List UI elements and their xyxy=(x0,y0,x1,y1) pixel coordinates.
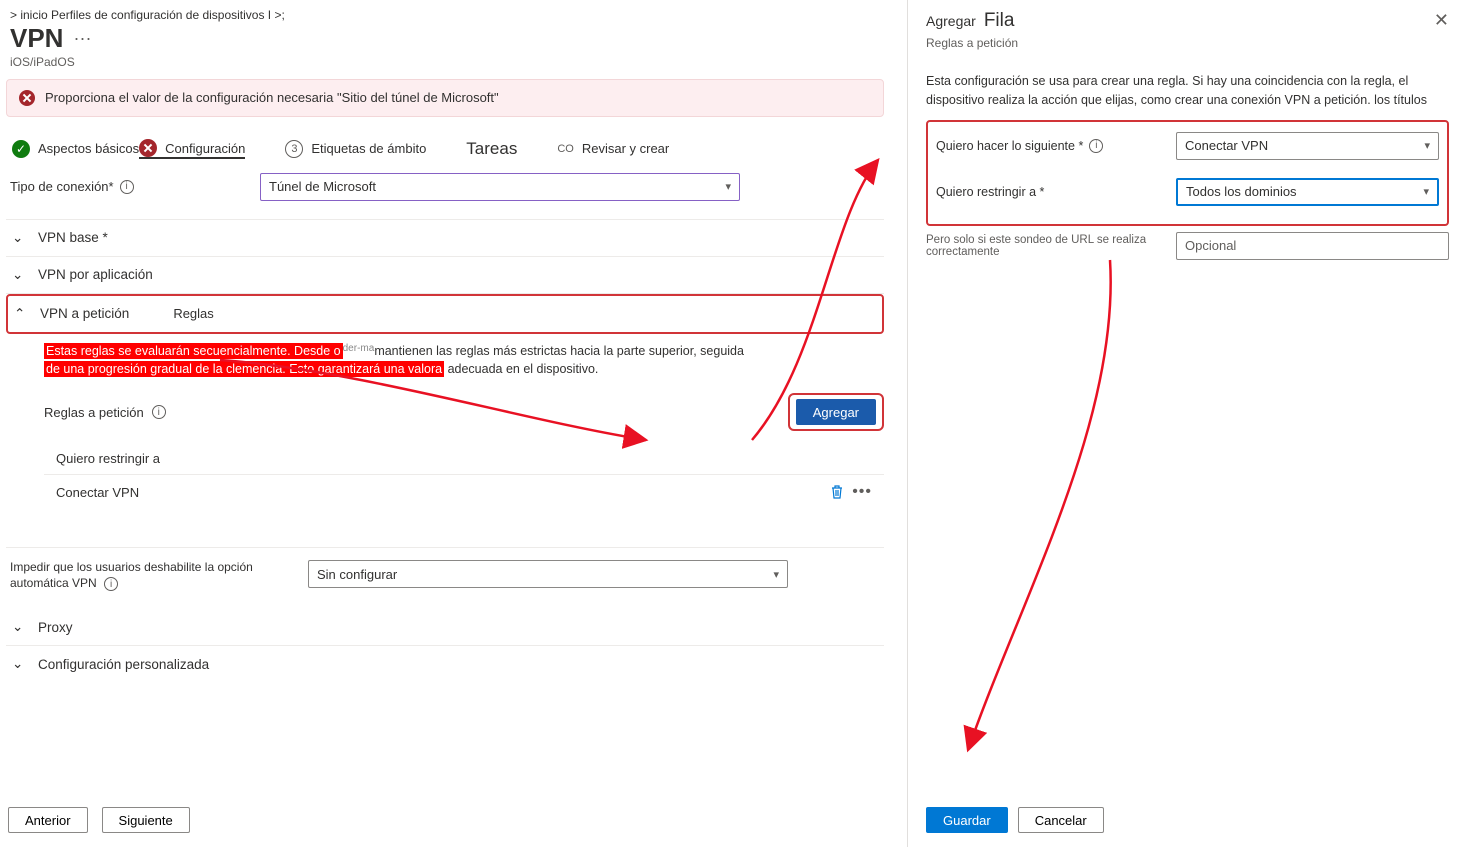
select-value: Sin configurar xyxy=(317,567,397,582)
section-base-vpn[interactable]: ⌄ VPN base * xyxy=(6,220,884,257)
select-value: Conectar VPN xyxy=(1185,138,1268,153)
action-label: Quiero hacer lo siguiente * i xyxy=(936,139,1166,153)
validation-alert: Proporciona el valor de la configuración… xyxy=(6,79,884,117)
action-select[interactable]: Conectar VPN ▾ xyxy=(1176,132,1439,160)
chevron-down-icon: ▾ xyxy=(773,568,779,581)
section-title: Proxy xyxy=(38,620,73,635)
add-row-panel: Agregar Fila ✕ Reglas a petición Esta co… xyxy=(907,0,1467,847)
panel-subtitle: Reglas a petición xyxy=(926,36,1449,50)
connection-type-label: Tipo de conexión* i xyxy=(10,179,260,194)
on-demand-description: Estas reglas se evaluarán secuencialment… xyxy=(44,342,884,380)
url-probe-label: Pero solo si este sondeo de URL se reali… xyxy=(926,234,1166,258)
panel-description: Esta configuración se usa para crear una… xyxy=(926,72,1449,110)
error-icon xyxy=(19,90,35,106)
section-title: VPN por aplicación xyxy=(38,267,153,282)
close-icon[interactable]: ✕ xyxy=(1434,11,1449,29)
rule-row[interactable]: Conectar VPN ••• xyxy=(44,474,884,509)
section-title: VPN base * xyxy=(38,230,108,245)
select-value: Túnel de Microsoft xyxy=(269,179,376,194)
select-value: Todos los dominios xyxy=(1186,184,1297,199)
alert-text: Proporciona el valor de la configuración… xyxy=(45,90,499,105)
section-title: Configuración personalizada xyxy=(38,657,209,672)
step-label: Etiquetas de ámbito xyxy=(311,141,426,156)
rules-column-header: Quiero restringir a xyxy=(44,443,884,474)
chevron-down-icon: ▾ xyxy=(1423,185,1429,198)
chevron-down-icon: ⌄ xyxy=(12,267,24,283)
add-rule-button[interactable]: Agregar xyxy=(796,399,876,425)
section-per-app-vpn[interactable]: ⌄ VPN por aplicación xyxy=(6,257,884,294)
page-subtitle: iOS/iPadOS xyxy=(6,53,884,79)
section-proxy[interactable]: ⌄ Proxy xyxy=(6,609,884,646)
more-icon[interactable]: ••• xyxy=(852,483,872,501)
section-subtitle: Reglas xyxy=(173,306,213,321)
section-title: VPN a petición xyxy=(40,306,129,321)
info-icon[interactable]: i xyxy=(104,577,118,591)
select-value: Opcional xyxy=(1185,238,1236,253)
rules-list: Quiero restringir a Conectar VPN ••• xyxy=(44,443,884,509)
panel-fields-highlight: Quiero hacer lo siguiente * i Conectar V… xyxy=(926,120,1449,226)
previous-button[interactable]: Anterior xyxy=(8,807,88,833)
step-label: Configuración xyxy=(165,141,245,156)
step-scope-tags[interactable]: 3 Etiquetas de ámbito xyxy=(285,140,426,158)
connection-type-select[interactable]: Túnel de Microsoft ▾ xyxy=(260,173,740,201)
step-review[interactable]: CO Revisar y crear xyxy=(557,141,669,156)
wizard-steps: ✓ Aspectos básicos Configuración 3 Etiqu… xyxy=(6,139,884,165)
step-label: Revisar y crear xyxy=(582,141,669,156)
step-assignments[interactable]: Tareas xyxy=(466,139,517,159)
delete-icon[interactable] xyxy=(830,484,844,500)
chevron-down-icon: ▾ xyxy=(1424,139,1430,152)
check-icon: ✓ xyxy=(12,140,30,158)
rules-label: Reglas a petición i xyxy=(44,405,166,420)
restrict-select[interactable]: Todos los dominios ▾ xyxy=(1176,178,1439,206)
step-prefix: CO xyxy=(557,143,574,155)
rule-text: Conectar VPN xyxy=(56,485,139,500)
cancel-button[interactable]: Cancelar xyxy=(1018,807,1104,833)
chevron-down-icon: ⌄ xyxy=(12,656,24,672)
panel-title: Agregar Fila xyxy=(926,10,1014,32)
section-custom-config[interactable]: ⌄ Configuración personalizada xyxy=(6,646,884,682)
info-icon[interactable]: i xyxy=(120,180,134,194)
step-label: Tareas xyxy=(466,139,517,159)
info-icon[interactable]: i xyxy=(1089,139,1103,153)
step-label: Aspectos básicos xyxy=(38,141,139,156)
breadcrumb[interactable]: > inicio Perfiles de configuración de di… xyxy=(6,6,884,24)
chevron-down-icon: ▾ xyxy=(725,180,731,193)
step-configuration[interactable]: Configuración xyxy=(139,139,245,159)
step-number-icon: 3 xyxy=(285,140,303,158)
error-step-icon xyxy=(139,139,157,157)
restrict-label: Quiero restringir a * xyxy=(936,185,1166,199)
page-title: VPN xyxy=(10,24,63,53)
next-button[interactable]: Siguiente xyxy=(102,807,190,833)
save-button[interactable]: Guardar xyxy=(926,807,1008,833)
chevron-up-icon: ⌃ xyxy=(14,306,26,322)
section-on-demand-vpn[interactable]: ⌃ VPN a petición Reglas xyxy=(6,294,884,334)
step-basics[interactable]: ✓ Aspectos básicos xyxy=(12,140,139,158)
url-probe-input[interactable]: Opcional xyxy=(1176,232,1449,260)
prevent-disable-label: Impedir que los usuarios deshabilite la … xyxy=(10,560,300,591)
chevron-down-icon: ⌄ xyxy=(12,619,24,635)
info-icon[interactable]: i xyxy=(152,405,166,419)
prevent-disable-select[interactable]: Sin configurar ▾ xyxy=(308,560,788,588)
more-icon[interactable]: ··· xyxy=(73,28,91,49)
chevron-down-icon: ⌄ xyxy=(12,230,24,246)
add-button-highlight: Agregar xyxy=(788,393,884,431)
